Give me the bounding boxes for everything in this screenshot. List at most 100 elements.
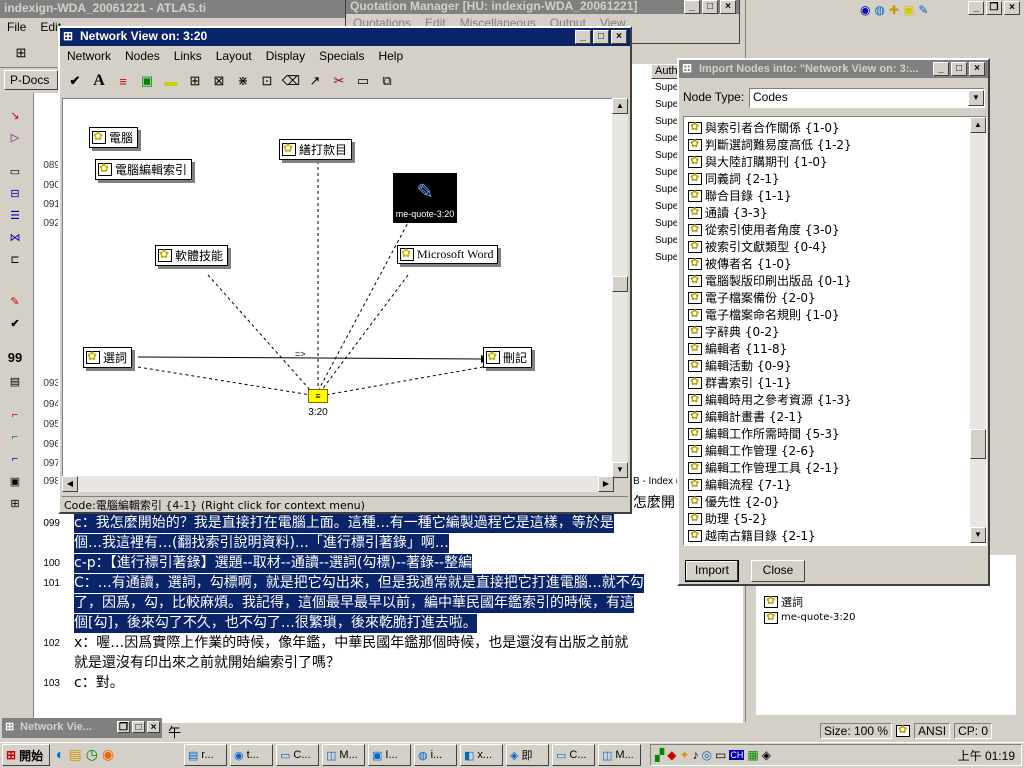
doc-line-text[interactable]: c-p：【進行標引著錄】選題--取材--通讀--選詞(勾標)--著錄--整編 bbox=[74, 554, 473, 573]
import-close-x-button[interactable]: × bbox=[969, 62, 985, 76]
code-list-item[interactable]: 優先性 {2-0} bbox=[688, 493, 986, 510]
scroll-down-button[interactable]: ▼ bbox=[970, 527, 986, 543]
code-list-item[interactable]: 編輯活動 {0-9} bbox=[688, 357, 986, 374]
code-list-item[interactable]: 助理 {5-2} bbox=[688, 510, 986, 527]
menu-file[interactable]: File bbox=[0, 18, 33, 38]
right-tree-item[interactable]: me-quote-3:20 bbox=[764, 609, 855, 626]
font-icon[interactable]: A bbox=[88, 70, 110, 92]
network-tray-icon[interactable]: ▞ bbox=[655, 748, 664, 762]
import-maximize-button[interactable]: □ bbox=[951, 62, 967, 76]
puzzle-icon[interactable]: ✚ bbox=[889, 3, 899, 17]
right-tree-item[interactable]: 選詞 bbox=[764, 593, 803, 610]
nv-hscroll[interactable]: ◀ ▶ bbox=[62, 476, 614, 492]
language-icon[interactable]: CH bbox=[729, 750, 745, 760]
quote-99-icon[interactable]: 99 bbox=[6, 348, 24, 366]
code-list-item[interactable]: 電子檔案命名規則 {1-0} bbox=[688, 306, 986, 323]
minimized-network-view[interactable]: ⊞ Network Vie... ❐ □ × bbox=[2, 718, 162, 738]
link-blue-icon[interactable]: ⌐ bbox=[6, 450, 24, 468]
code-list-item[interactable]: 編輯工作所需時間 {5-3} bbox=[688, 425, 986, 442]
node-computer-index-editing[interactable]: 電腦編輯索引 bbox=[95, 159, 193, 180]
scroll-right-button[interactable]: ▶ bbox=[598, 476, 614, 492]
code-list-item[interactable]: 群書索引 {1-1} bbox=[688, 374, 986, 391]
nv-maximize-button[interactable]: □ bbox=[593, 30, 609, 44]
node-deletion-mark[interactable]: 刪記 bbox=[483, 347, 533, 368]
codes-list[interactable]: 與索引者合作關係 {1-0}判斷選詞難易度高低 {1-2}與大陸訂購期刊 {1-… bbox=[683, 116, 987, 546]
nv-menu-nodes[interactable]: Nodes bbox=[118, 47, 167, 67]
nv-vscroll[interactable]: ▲ ▼ bbox=[612, 98, 628, 478]
taskbar-task[interactable]: ◧ x... bbox=[460, 744, 503, 766]
update-icon[interactable]: ◎ bbox=[702, 748, 712, 762]
taskbar-task[interactable]: ▤ r... bbox=[184, 744, 227, 766]
link-red-icon[interactable]: ⌐ bbox=[6, 406, 24, 424]
volume-icon[interactable]: ♪ bbox=[693, 748, 699, 762]
nv-canvas[interactable]: => 電腦 電腦編輯索引 繕打款目 軟體技能 Microsoft Word 選詞… bbox=[62, 98, 614, 478]
main-restore-button[interactable]: ❐ bbox=[986, 1, 1002, 15]
taskbar-task[interactable]: ◉ t... bbox=[230, 744, 273, 766]
check-icon[interactable]: ✔ bbox=[6, 314, 24, 332]
code-list-item[interactable]: 編輯工作管理 {2-6} bbox=[688, 442, 986, 459]
qm-maximize-button[interactable]: □ bbox=[702, 0, 718, 14]
code-list-item[interactable]: 聯合目錄 {1-1} bbox=[688, 187, 986, 204]
frame-icon[interactable]: ▣ bbox=[6, 472, 24, 490]
quote-new-icon[interactable]: ↘ bbox=[6, 106, 24, 124]
code-list-item[interactable]: 編輯時用之參考資源 {1-3} bbox=[688, 391, 986, 408]
firefox-icon[interactable]: ◉ bbox=[102, 746, 114, 763]
taskbar-task[interactable]: ▭ C... bbox=[276, 744, 319, 766]
node-computer[interactable]: 電腦 bbox=[89, 127, 139, 148]
clock-icon[interactable]: ◷ bbox=[86, 746, 98, 763]
min-maximize-button[interactable]: □ bbox=[132, 721, 145, 733]
code-list-item[interactable]: 與索引者合作關係 {1-0} bbox=[688, 119, 986, 136]
color-lines-icon[interactable]: ≡ bbox=[112, 70, 134, 92]
globe-icon[interactable]: ◍ bbox=[874, 3, 884, 17]
taskbar-task[interactable]: ◫ M... bbox=[598, 744, 641, 766]
chevron-down-icon[interactable]: ▼ bbox=[968, 90, 984, 106]
code-list-item[interactable]: 編輯者 {11-8} bbox=[688, 340, 986, 357]
paste-icon[interactable]: ⧉ bbox=[376, 70, 398, 92]
scroll-thumb[interactable] bbox=[970, 429, 986, 459]
spread-icon[interactable]: ⋇ bbox=[232, 70, 254, 92]
taskbar-task[interactable]: ▭ C... bbox=[552, 744, 595, 766]
image-node[interactable]: ✎ me-quote-3:20 bbox=[393, 173, 457, 223]
start-button[interactable]: ⊞ 開始 bbox=[2, 744, 50, 766]
taskbar-task[interactable]: ◫ M... bbox=[322, 744, 365, 766]
code-list-item[interactable]: 字辭典 {0-2} bbox=[688, 323, 986, 340]
code-icon[interactable]: ✎ bbox=[6, 292, 24, 310]
image-icon[interactable]: ▣ bbox=[136, 70, 158, 92]
taskbar-task[interactable]: ◈ 即 bbox=[506, 744, 549, 766]
nv-menu-specials[interactable]: Specials bbox=[312, 47, 371, 67]
select-icon[interactable]: ⊡ bbox=[256, 70, 278, 92]
network-small-icon[interactable]: ⊞ bbox=[6, 494, 24, 512]
code-list-item[interactable]: 編輯計畫書 {2-1} bbox=[688, 408, 986, 425]
pen-icon[interactable]: ✎ bbox=[918, 3, 928, 17]
code-list-item[interactable]: 被傳者名 {1-0} bbox=[688, 255, 986, 272]
list-icon[interactable]: ☰ bbox=[6, 206, 24, 224]
grid-icon[interactable]: ⊠ bbox=[208, 70, 230, 92]
link-green-icon[interactable]: ⌐ bbox=[6, 428, 24, 446]
copy-icon[interactable]: ▭ bbox=[352, 70, 374, 92]
code-list-item[interactable]: 編輯流程 {7-1} bbox=[688, 476, 986, 493]
code-list-item[interactable]: 同義詞 {2-1} bbox=[688, 170, 986, 187]
taskbar-task[interactable]: ▣ I... bbox=[368, 744, 411, 766]
network-icon[interactable]: ⊞ bbox=[10, 42, 32, 64]
links-icon[interactable]: ⋈ bbox=[6, 228, 24, 246]
nv-menu-layout[interactable]: Layout bbox=[209, 47, 259, 67]
rect-icon[interactable]: ▭ bbox=[6, 162, 24, 180]
tree-layout-icon[interactable]: ⊞ bbox=[184, 70, 206, 92]
node-typing-entries[interactable]: 繕打款目 bbox=[279, 139, 353, 160]
quote-node[interactable]: ≡ 3:20 bbox=[303, 389, 333, 418]
doc-line-text[interactable]: 個[勾]，後來勾了不久，也不勾了…很繁瑣，後來乾脆打進去啦。 bbox=[74, 614, 477, 633]
ime-icon[interactable]: ▦ bbox=[747, 748, 758, 762]
doc-line-text[interactable]: 個…我這裡有…(翻找索引說明資料)…「進行標引著錄」啊… bbox=[74, 534, 449, 553]
import-button[interactable]: Import bbox=[685, 560, 739, 582]
code-list-item[interactable]: 電子檔案備份 {2-0} bbox=[688, 289, 986, 306]
target-icon[interactable]: ◉ bbox=[860, 3, 870, 17]
node-type-select[interactable]: Codes ▼ bbox=[749, 88, 985, 108]
scroll-up-button[interactable]: ▲ bbox=[612, 98, 628, 114]
doc-line-text[interactable]: c：我怎麼開始的？我是直接打在電腦上面。這種…有一種它編製過程它是這樣，等於是 bbox=[74, 514, 614, 533]
scroll-down-button[interactable]: ▼ bbox=[612, 462, 628, 478]
code-arrow-icon[interactable]: ▷ bbox=[6, 128, 24, 146]
qm-close-button[interactable]: × bbox=[720, 0, 736, 14]
qm-minimize-button[interactable]: _ bbox=[684, 0, 700, 14]
nv-minimize-button[interactable]: _ bbox=[575, 30, 591, 44]
shield-icon[interactable]: ◆ bbox=[667, 748, 676, 762]
